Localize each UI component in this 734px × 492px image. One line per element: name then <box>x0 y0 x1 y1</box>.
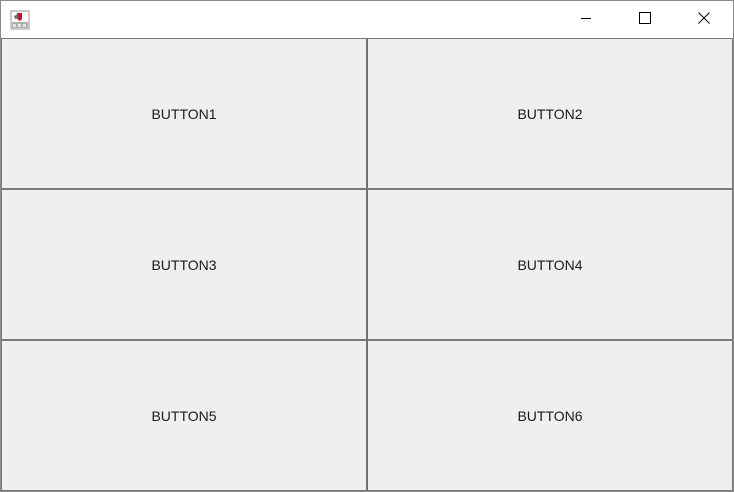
button-5-label: BUTTON5 <box>151 407 217 424</box>
button-5[interactable]: BUTTON5 <box>1 340 367 491</box>
maximize-icon <box>639 11 651 29</box>
button-1-label: BUTTON1 <box>151 105 217 122</box>
button-4-label: BUTTON4 <box>517 256 583 273</box>
app-window: BUTTON1 BUTTON2 BUTTON3 BUTTON4 BUTTON5 … <box>0 0 734 492</box>
minimize-icon <box>580 11 592 29</box>
button-3-label: BUTTON3 <box>151 256 217 273</box>
maximize-button[interactable] <box>616 1 674 38</box>
button-3[interactable]: BUTTON3 <box>1 189 367 340</box>
minimize-button[interactable] <box>557 1 615 38</box>
button-grid: BUTTON1 BUTTON2 BUTTON3 BUTTON4 BUTTON5 … <box>1 38 733 491</box>
button-4[interactable]: BUTTON4 <box>367 189 733 340</box>
button-6-label: BUTTON6 <box>517 407 583 424</box>
button-1[interactable]: BUTTON1 <box>1 38 367 189</box>
close-button[interactable] <box>675 1 733 38</box>
close-icon <box>698 11 710 29</box>
button-2-label: BUTTON2 <box>517 105 583 122</box>
title-bar[interactable] <box>1 1 733 38</box>
button-2[interactable]: BUTTON2 <box>367 38 733 189</box>
java-app-icon[interactable] <box>10 10 30 30</box>
button-6[interactable]: BUTTON6 <box>367 340 733 491</box>
